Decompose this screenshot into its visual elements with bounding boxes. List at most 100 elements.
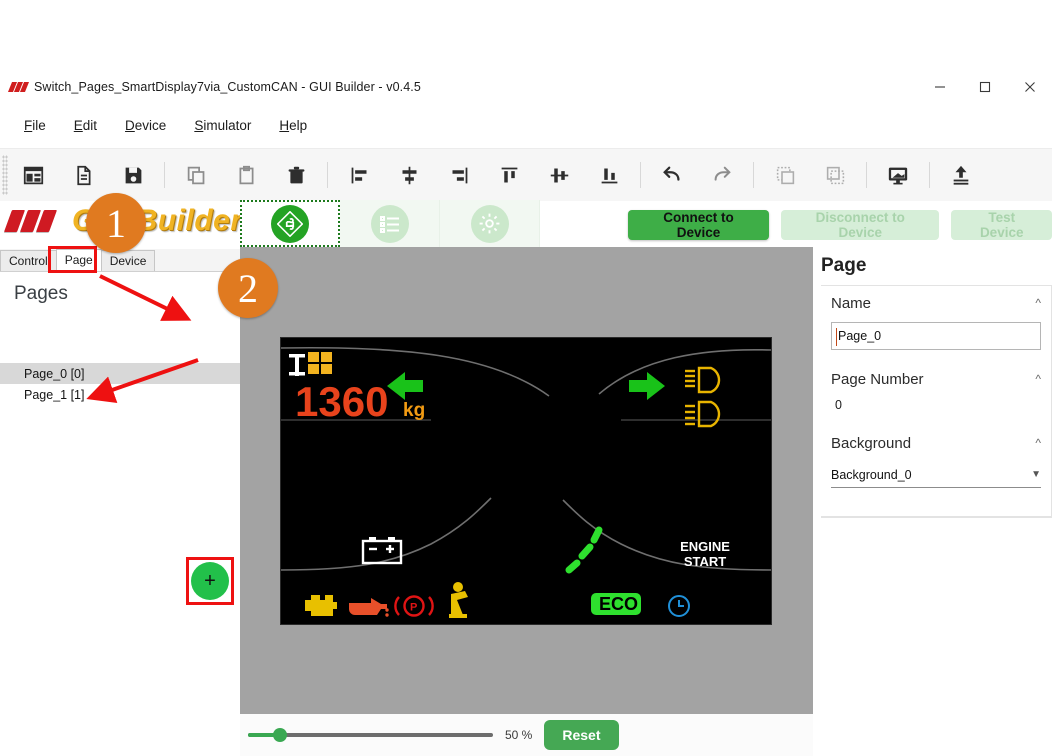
load-unit: kg bbox=[403, 400, 425, 421]
bring-to-front-icon[interactable] bbox=[760, 153, 810, 197]
canvas-area[interactable]: 1360 kg P ECO ENGINE START bbox=[240, 247, 813, 714]
parking-brake-icon: P bbox=[394, 595, 434, 617]
menu-simulator-label: imulator bbox=[203, 117, 252, 133]
toolbar-separator bbox=[640, 162, 641, 188]
preview-screen-icon[interactable] bbox=[873, 153, 923, 197]
zoom-slider-knob[interactable] bbox=[273, 728, 287, 742]
add-page-button[interactable]: + bbox=[191, 562, 229, 600]
high-beam-headlight-icon bbox=[685, 400, 721, 428]
test-device-button[interactable]: Test Device bbox=[951, 210, 1052, 240]
new-file-icon[interactable] bbox=[58, 153, 108, 197]
pages-list: Page_0 [0] Page_1 [1] bbox=[0, 363, 240, 405]
property-page-number-label: Page Number bbox=[831, 370, 924, 388]
align-top-icon[interactable] bbox=[484, 153, 534, 197]
zoom-slider[interactable] bbox=[248, 728, 493, 742]
load-value: 1360 bbox=[295, 378, 388, 425]
tab-design[interactable] bbox=[240, 200, 340, 247]
new-project-icon[interactable] bbox=[8, 153, 58, 197]
align-bottom-icon[interactable] bbox=[584, 153, 634, 197]
tab-device-left[interactable]: Device bbox=[100, 250, 156, 271]
dashboard-graphics: 1360 kg P ECO ENGINE START bbox=[281, 346, 771, 618]
maximize-icon[interactable] bbox=[962, 68, 1007, 106]
title-bar: Switch_Pages_SmartDisplay7via_CustomCAN … bbox=[0, 68, 1052, 106]
menu-edit[interactable]: Edit bbox=[60, 114, 111, 137]
background-select[interactable]: Background_0 ▼ bbox=[831, 462, 1041, 488]
annotation-badge-2: 2 bbox=[218, 258, 278, 318]
list-icon bbox=[370, 204, 409, 243]
app-logo-icon bbox=[7, 80, 30, 94]
menu-bar: File Edit Device Simulator Help bbox=[0, 108, 1052, 142]
align-right-icon[interactable] bbox=[434, 153, 484, 197]
undo-icon[interactable] bbox=[647, 153, 697, 197]
toolbar-separator bbox=[929, 162, 930, 188]
pallet-load-icon bbox=[289, 352, 332, 376]
brand-chevrons-icon bbox=[3, 208, 64, 234]
zoom-level-label: 50 % bbox=[505, 728, 533, 742]
engine-start-line1: ENGINE bbox=[680, 539, 730, 554]
menu-device-label: evice bbox=[134, 117, 167, 133]
list-item[interactable]: Page_1 [1] bbox=[0, 384, 240, 405]
oil-pressure-icon bbox=[349, 598, 389, 617]
chevron-up-icon[interactable]: ^ bbox=[1035, 436, 1041, 450]
chevron-up-icon[interactable]: ^ bbox=[1035, 372, 1041, 386]
background-select-value: Background_0 bbox=[831, 467, 912, 482]
paste-icon[interactable] bbox=[221, 153, 271, 197]
svg-text:ECO: ECO bbox=[599, 594, 638, 614]
menu-file[interactable]: File bbox=[10, 114, 60, 137]
align-left-icon[interactable] bbox=[334, 153, 384, 197]
property-page-number-header[interactable]: Page Number ^ bbox=[821, 362, 1051, 396]
page-name-value: Page_0 bbox=[838, 329, 882, 343]
property-background-label: Background bbox=[831, 434, 912, 452]
properties-title: Page bbox=[821, 255, 867, 276]
toolbar-separator bbox=[327, 162, 328, 188]
pages-heading: Pages bbox=[14, 283, 68, 304]
align-center-horizontal-icon[interactable] bbox=[384, 153, 434, 197]
minimize-icon[interactable] bbox=[917, 68, 962, 106]
text-caret bbox=[836, 328, 837, 346]
disconnect-to-device-button[interactable]: Disconnect to Device bbox=[781, 210, 940, 240]
eco-badge-icon: ECO bbox=[591, 593, 641, 615]
property-name-label: Name bbox=[831, 294, 872, 312]
display-preview[interactable]: 1360 kg P ECO ENGINE START bbox=[280, 337, 772, 625]
gear-icon bbox=[470, 204, 509, 243]
upload-icon[interactable] bbox=[936, 153, 986, 197]
menu-device[interactable]: Device bbox=[111, 114, 180, 137]
toolbar-separator bbox=[866, 162, 867, 188]
menu-simulator[interactable]: Simulator bbox=[180, 114, 265, 137]
chevron-down-icon[interactable]: ▼ bbox=[1031, 469, 1041, 480]
engine-start-line2: START bbox=[684, 554, 726, 569]
list-item[interactable]: Page_0 [0] bbox=[0, 363, 240, 384]
redo-icon[interactable] bbox=[697, 153, 747, 197]
device-button-group: Connect to Device Disconnect to Device T… bbox=[628, 210, 1052, 240]
property-background-header[interactable]: Background ^ bbox=[821, 426, 1051, 460]
toolbar bbox=[0, 148, 1052, 202]
clock-icon bbox=[668, 595, 690, 617]
menu-help[interactable]: Help bbox=[265, 114, 321, 137]
tab-list[interactable] bbox=[340, 200, 440, 247]
toolbar-separator bbox=[753, 162, 754, 188]
property-name-header[interactable]: Name ^ bbox=[821, 286, 1051, 320]
close-icon[interactable] bbox=[1007, 68, 1052, 106]
panel-divider bbox=[821, 517, 1052, 518]
copy-icon[interactable] bbox=[171, 153, 221, 197]
delete-icon[interactable] bbox=[271, 153, 321, 197]
page-name-input[interactable]: Page_0 bbox=[831, 322, 1041, 350]
tab-settings[interactable] bbox=[440, 200, 540, 247]
arrow-left-icon bbox=[387, 372, 423, 400]
properties-panel: Page Name ^ Page_0 Page Number ^ 0 Backg… bbox=[813, 247, 1052, 756]
connect-to-device-button[interactable]: Connect to Device bbox=[628, 210, 770, 240]
window-controls bbox=[917, 68, 1052, 106]
page-number-value: 0 bbox=[835, 398, 842, 412]
battery-icon bbox=[361, 537, 403, 565]
annotation-badge-1: 1 bbox=[86, 193, 146, 253]
menu-file-label: ile bbox=[32, 117, 46, 133]
align-middle-vertical-icon[interactable] bbox=[534, 153, 584, 197]
save-icon[interactable] bbox=[108, 153, 158, 197]
chevron-up-icon[interactable]: ^ bbox=[1035, 296, 1041, 310]
reset-button[interactable]: Reset bbox=[544, 720, 619, 750]
menu-edit-label: dit bbox=[82, 117, 98, 133]
low-beam-headlight-icon bbox=[685, 366, 721, 394]
send-to-back-icon[interactable] bbox=[810, 153, 860, 197]
flow-puzzle-icon bbox=[271, 204, 309, 243]
window-title: Switch_Pages_SmartDisplay7via_CustomCAN … bbox=[34, 80, 421, 94]
